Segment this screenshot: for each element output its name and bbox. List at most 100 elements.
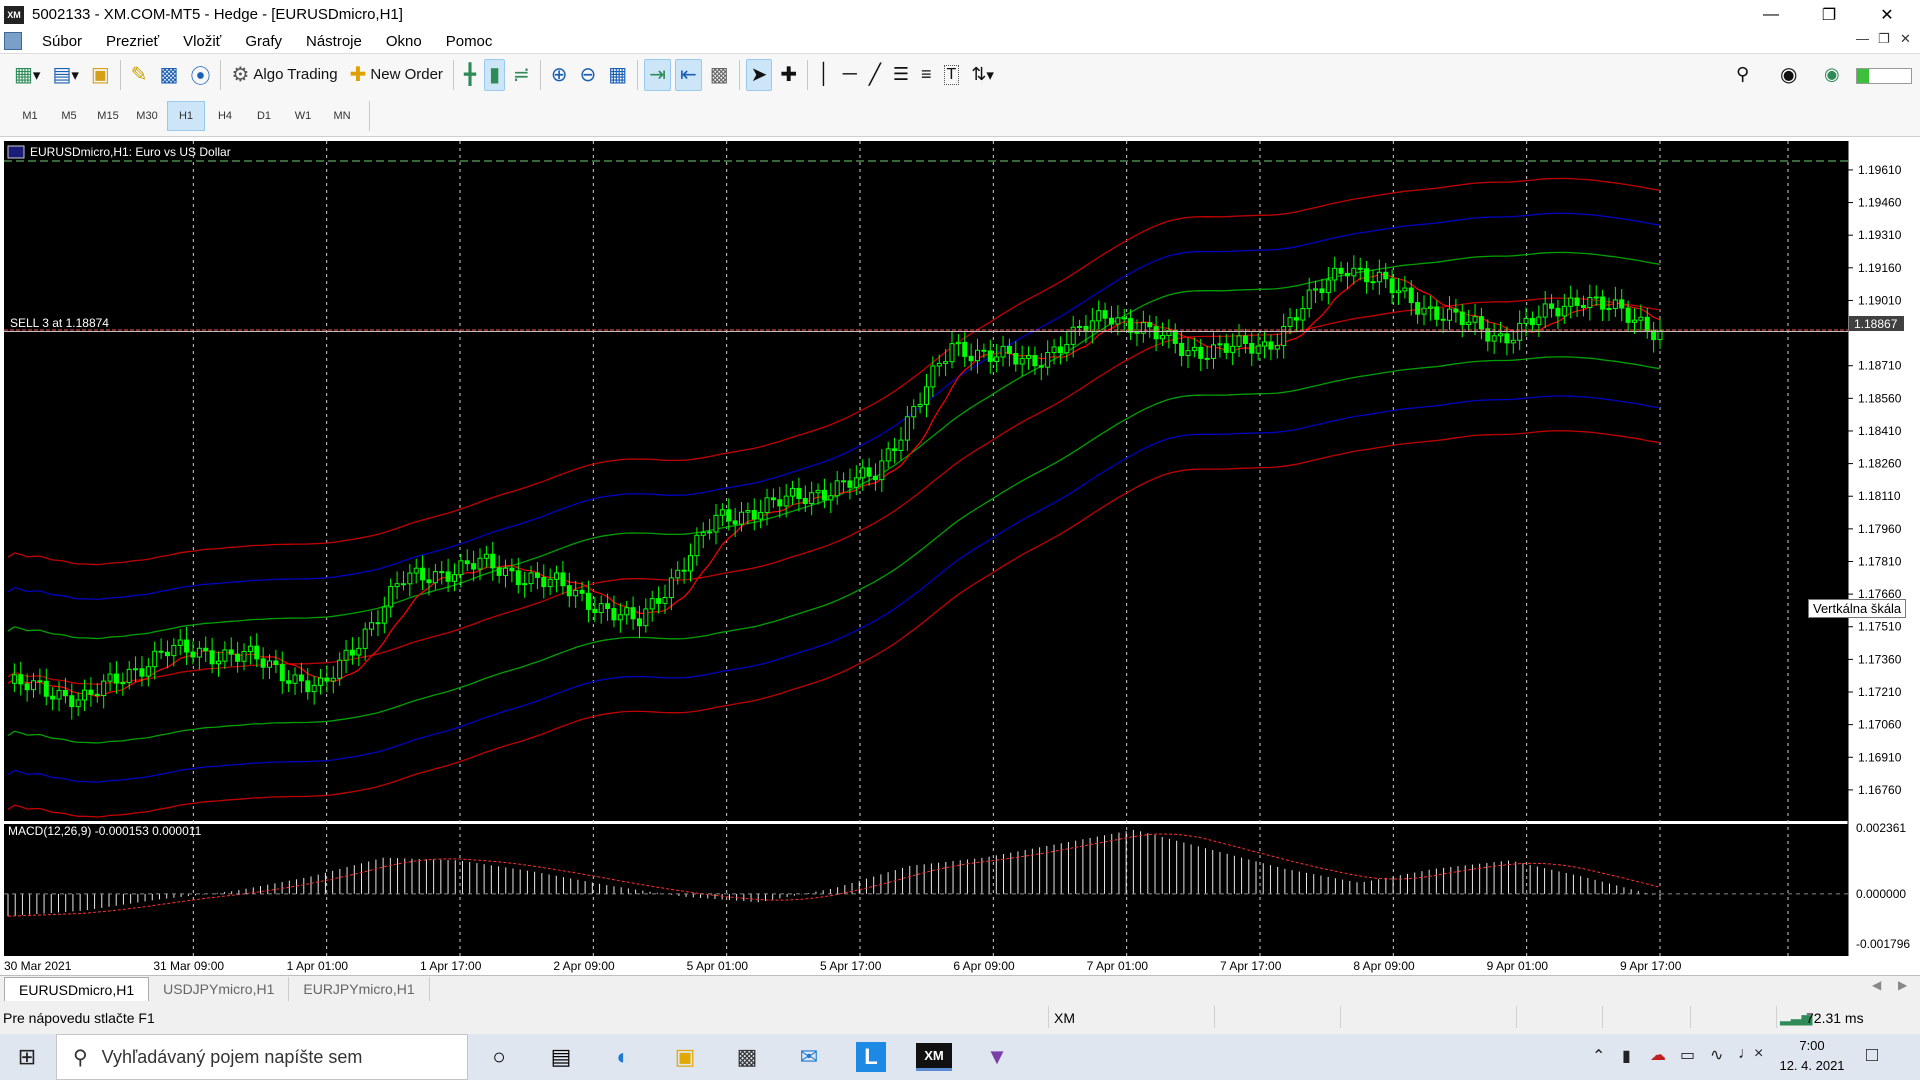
tf-mn[interactable]: MN: [323, 101, 361, 131]
trendline-button[interactable]: ╱: [865, 59, 885, 91]
candle-body[interactable]: [1395, 290, 1401, 294]
mdi-minimize-icon[interactable]: —: [1856, 31, 1869, 46]
candle-body[interactable]: [955, 341, 961, 345]
candle-body[interactable]: [758, 511, 764, 520]
candle-body[interactable]: [1096, 310, 1102, 322]
candle-body[interactable]: [1121, 317, 1127, 320]
candle-body[interactable]: [1230, 345, 1236, 353]
candle-body[interactable]: [1191, 346, 1197, 352]
candle-body[interactable]: [292, 674, 298, 684]
candle-body[interactable]: [1651, 330, 1657, 341]
l-app-icon[interactable]: L: [856, 1042, 886, 1072]
candle-body[interactable]: [1415, 302, 1421, 315]
tile-windows-button[interactable]: ▦: [604, 59, 631, 91]
candle-body[interactable]: [471, 563, 477, 570]
candle-body[interactable]: [426, 579, 432, 584]
candle-body[interactable]: [592, 608, 598, 614]
candle-body[interactable]: [541, 576, 547, 588]
windows-start-icon[interactable]: ⊞: [4, 1034, 50, 1080]
candle-body[interactable]: [228, 649, 234, 655]
signals-button[interactable]: ⦿: [186, 59, 214, 91]
candle-body[interactable]: [1644, 316, 1650, 332]
candle-body[interactable]: [872, 475, 878, 481]
candle-body[interactable]: [1300, 308, 1306, 321]
tab-usdjpy[interactable]: USDJPYmicro,H1: [149, 977, 290, 1001]
candle-body[interactable]: [394, 583, 400, 588]
autoscroll-button[interactable]: ⇥: [644, 58, 671, 91]
volume-muted-icon[interactable]: ♩×: [1738, 1045, 1763, 1063]
candle-body[interactable]: [56, 690, 62, 700]
new-order-button[interactable]: ✚ New Order: [346, 59, 447, 91]
store-icon[interactable]: ▩: [724, 1034, 770, 1080]
candle-body[interactable]: [745, 510, 751, 513]
candle-body[interactable]: [534, 572, 540, 578]
candle-body[interactable]: [522, 583, 528, 586]
candle-body[interactable]: [133, 668, 139, 671]
candle-body[interactable]: [994, 356, 1000, 362]
tf-m30[interactable]: M30: [128, 101, 166, 131]
candle-body[interactable]: [381, 606, 387, 624]
candle-body[interactable]: [643, 608, 649, 627]
candle-body[interactable]: [617, 614, 623, 621]
candle-body[interactable]: [885, 448, 891, 462]
tray-chevron-icon[interactable]: ⌃: [1592, 1046, 1605, 1066]
candle-body[interactable]: [598, 603, 604, 614]
candle-body[interactable]: [273, 660, 279, 666]
candle-body[interactable]: [1638, 316, 1644, 321]
candle-body[interactable]: [75, 699, 81, 708]
candle-body[interactable]: [713, 514, 719, 533]
candle-body[interactable]: [509, 567, 515, 572]
candle-body[interactable]: [828, 495, 834, 501]
algo-trading-button[interactable]: ⚙ Algo Trading: [227, 59, 341, 91]
tab-scroll-right-icon[interactable]: ▶: [1898, 978, 1907, 992]
candle-body[interactable]: [968, 355, 974, 362]
candle-body[interactable]: [1376, 271, 1382, 283]
candle-body[interactable]: [1351, 267, 1357, 277]
candle-body[interactable]: [1045, 352, 1051, 368]
candle-body[interactable]: [1077, 325, 1083, 328]
horizontal-line-button[interactable]: ─: [839, 59, 861, 91]
crosshair-button[interactable]: ✚: [776, 59, 801, 91]
candle-body[interactable]: [681, 569, 687, 572]
candle-body[interactable]: [1357, 267, 1363, 270]
minimize-icon[interactable]: —: [1748, 0, 1794, 29]
candle-body[interactable]: [943, 361, 949, 364]
candle-body[interactable]: [298, 674, 304, 682]
candle-body[interactable]: [975, 349, 981, 362]
candle-body[interactable]: [611, 608, 617, 621]
candle-body[interactable]: [1383, 271, 1389, 280]
candle-body[interactable]: [458, 560, 464, 576]
candle-body[interactable]: [579, 589, 585, 594]
candle-body[interactable]: [1249, 343, 1255, 354]
candle-body[interactable]: [94, 693, 100, 697]
candle-body[interactable]: [1236, 335, 1242, 347]
candle-body[interactable]: [407, 572, 413, 585]
purple-app-icon[interactable]: ▼: [974, 1034, 1020, 1080]
mail-icon[interactable]: ✉: [786, 1034, 832, 1080]
candle-body[interactable]: [1504, 333, 1510, 344]
candle-body[interactable]: [503, 567, 509, 576]
tray-update-icon[interactable]: ☁: [1650, 1045, 1666, 1065]
candle-body[interactable]: [1427, 306, 1433, 309]
candle-body[interactable]: [260, 658, 266, 668]
candle-body[interactable]: [82, 689, 88, 701]
candle-body[interactable]: [1147, 322, 1153, 328]
candle-body[interactable]: [1198, 346, 1204, 359]
candle-body[interactable]: [1338, 267, 1344, 274]
candle-body[interactable]: [573, 589, 579, 597]
candle-body[interactable]: [1478, 316, 1484, 330]
candle-body[interactable]: [1026, 355, 1032, 359]
vps-button[interactable]: ◉: [1820, 59, 1844, 91]
new-chart-button[interactable]: ▦ ▾: [10, 59, 44, 91]
candle-body[interactable]: [783, 495, 789, 507]
candle-body[interactable]: [1466, 321, 1472, 326]
candle-body[interactable]: [1491, 335, 1497, 342]
candle-body[interactable]: [107, 673, 113, 682]
candle-body[interactable]: [203, 647, 209, 652]
candle-body[interactable]: [904, 416, 910, 441]
candle-body[interactable]: [656, 598, 662, 604]
candle-body[interactable]: [496, 567, 502, 576]
candle-body[interactable]: [1281, 325, 1287, 347]
notifications-icon[interactable]: □: [1866, 1044, 1878, 1067]
candle-body[interactable]: [1006, 345, 1012, 354]
